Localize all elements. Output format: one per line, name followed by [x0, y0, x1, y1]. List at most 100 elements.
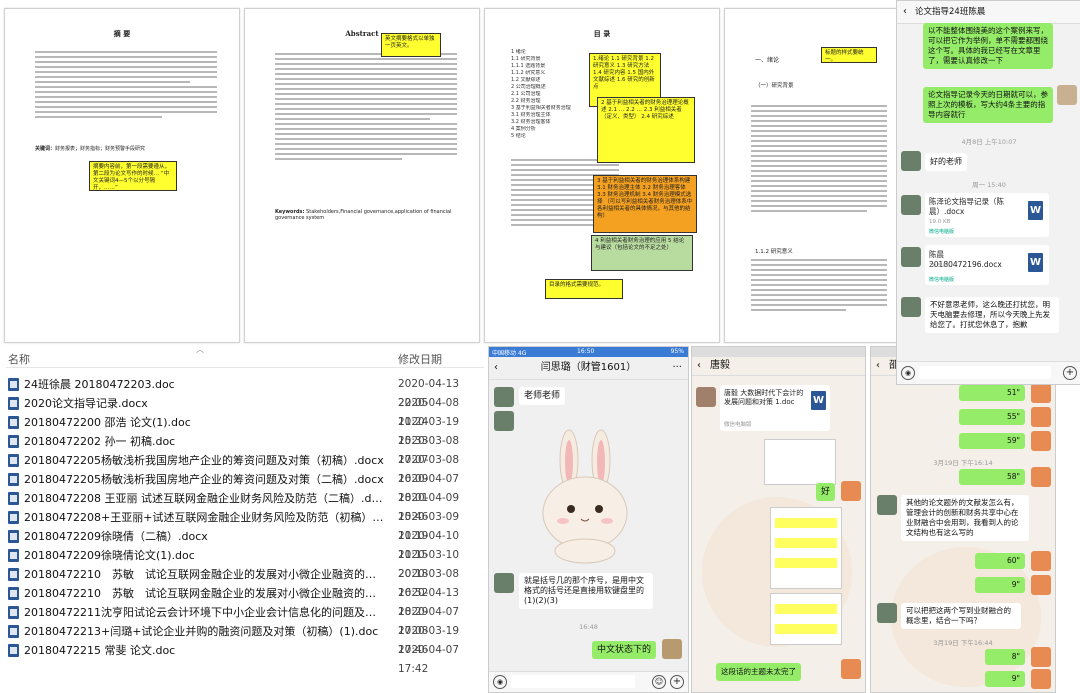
message-input[interactable]	[919, 366, 1051, 379]
screenshot-thumb[interactable]	[770, 593, 842, 645]
word-doc-icon	[8, 397, 19, 410]
word-doc-icon	[8, 492, 19, 505]
file-source: 微信电脑版	[929, 229, 955, 235]
avatar-self[interactable]	[1031, 467, 1051, 487]
file-row[interactable]: 24班徐晨 20180472203.doc 2020-04-13 22:05	[6, 375, 484, 409]
file-row[interactable]: 20180472210 苏敏 试论互联网金融企业的发展对小微企业融资的影响（初稿…	[6, 565, 484, 599]
file-row[interactable]: 20180472209徐晓倩（二稿）.docx 2020-04-10 11:15	[6, 527, 484, 561]
word-doc-icon	[8, 549, 19, 562]
word-doc-icon: W	[1028, 201, 1043, 220]
word-doc-icon	[8, 568, 19, 581]
back-arrow-icon[interactable]: ‹	[903, 1, 907, 23]
keywords-line: Keywords: Stakeholders,Financial governa…	[275, 209, 452, 221]
avatar[interactable]	[901, 247, 921, 267]
avatar-self[interactable]	[841, 481, 861, 501]
file-row[interactable]: 20180472205杨敏浅析我国房地产企业的筹资问题及对策（二稿）.docx 2…	[6, 470, 484, 504]
voice-message[interactable]: 8"	[985, 649, 1025, 665]
file-source: 微信电脑版	[929, 277, 955, 283]
file-row[interactable]: 20180472200 邵浩 论文(1).doc 2020-03-19 15:33	[6, 413, 484, 447]
avatar-self[interactable]	[1031, 669, 1051, 689]
chat-header: ‹ 论文指导24班陈晨	[897, 1, 1080, 24]
avatar-self[interactable]	[1031, 431, 1051, 451]
file-message[interactable]: 陈泽论文指导记录（陈晨）.docx 19.0 KB W 微信电脑版	[925, 193, 1049, 237]
status-bar	[692, 347, 865, 357]
message-bubble: 就是括号几的那个序号，是用中文格式的括号还是直接用软键盘里的(1)(2)(3)	[519, 573, 653, 609]
file-row[interactable]: 20180472208 王亚丽 试述互联网金融企业财务风险及防范（二稿）.doc…	[6, 489, 484, 523]
more-icon[interactable]: ···	[672, 357, 682, 379]
avatar-self[interactable]	[662, 639, 682, 659]
word-doc-icon	[8, 625, 19, 638]
file-message[interactable]: 陈晨 20180472196.docx 70.5 KB W 微信电脑版	[925, 245, 1049, 285]
file-row[interactable]: 20180472210 苏敏 试论互联网金融企业的发展对小微企业融资的影响（二稿…	[6, 584, 484, 618]
avatar[interactable]	[494, 387, 514, 407]
body-text	[275, 53, 457, 163]
voice-message[interactable]: 59"	[959, 433, 1025, 449]
avatar-self[interactable]	[1031, 647, 1051, 667]
avatar[interactable]	[696, 387, 716, 407]
voice-icon[interactable]: ◉	[901, 366, 915, 380]
back-arrow-icon[interactable]: ‹	[494, 357, 498, 379]
voice-message[interactable]: 9"	[975, 577, 1025, 593]
file-row[interactable]: 20180472213+闫璐+试论企业并购的融资问题及对策（初稿）(1).doc…	[6, 622, 484, 656]
comment-note-chapter3: 3 基于利益相关者的财务治理体系构建 3.1 财务治理主体 3.2 财务治理客体…	[593, 175, 697, 233]
emoji-icon[interactable]: ☺	[652, 675, 666, 689]
avatar-self[interactable]	[1031, 551, 1051, 571]
comment-note-format: 目录的格式需要规范。	[545, 279, 623, 299]
timestamp: 周一 15:40	[972, 181, 1006, 189]
column-header-name[interactable]: 名称	[8, 351, 30, 367]
avatar[interactable]	[494, 573, 514, 593]
file-row[interactable]: 2020论文指导记录.docx 2020-04-08 11:24	[6, 394, 484, 428]
chat-window-student-1: 中国移动 4G 16:50 95% ‹ 闫思璐（财管1601） ··· 老师老师…	[488, 346, 689, 693]
avatar[interactable]	[901, 297, 921, 317]
back-arrow-icon[interactable]: ‹	[876, 357, 880, 375]
message-bubble-self: 好	[815, 483, 835, 501]
avatar[interactable]	[877, 495, 897, 515]
page-title: Abstract	[345, 29, 379, 38]
file-name: 20180472200 邵浩 论文(1).doc	[24, 416, 191, 429]
voice-icon[interactable]: ◉	[493, 675, 507, 689]
plus-icon[interactable]: +	[670, 675, 684, 689]
comment-note: 英文摘要格式以单独一页英文。	[381, 33, 441, 57]
avatar[interactable]	[877, 603, 897, 623]
voice-message[interactable]: 60"	[975, 553, 1025, 569]
back-arrow-icon[interactable]: ‹	[697, 357, 701, 375]
file-row[interactable]: 20180472209徐晓倩论文(1).doc 2020-03-10 20:18	[6, 546, 484, 580]
sort-arrow-icon[interactable]: ︿	[196, 344, 204, 355]
message-input[interactable]	[511, 675, 635, 688]
avatar[interactable]	[901, 195, 921, 215]
chat-title: 唐毅	[710, 360, 730, 371]
file-date: 2020-04-07 17:42	[398, 644, 460, 675]
file-name: 2020论文指导记录.docx	[24, 397, 148, 410]
input-bar: ◉ +	[897, 361, 1080, 384]
avatar[interactable]	[901, 151, 921, 171]
screenshot-thumb[interactable]	[770, 507, 842, 589]
chat-header: ‹ 闫思璐（财管1601） ···	[489, 357, 688, 380]
input-bar: ◉ ☺ +	[489, 671, 688, 692]
avatar-self[interactable]	[1057, 85, 1077, 105]
avatar-self[interactable]	[841, 659, 861, 679]
plus-icon[interactable]: +	[1063, 366, 1077, 380]
voice-message[interactable]: 55"	[959, 409, 1025, 425]
file-row[interactable]: 20180472215 常斐 论文.doc 2020-04-07 17:42	[6, 641, 484, 675]
message-bubble: 老师老师	[519, 387, 566, 405]
explorer-header: ︿ 名称 修改日期	[6, 345, 484, 368]
file-message[interactable]: 唐毅 大数据时代下会计的发展问题和对策 1.doc W 微信电脑版	[720, 385, 830, 431]
document-page-toc: 目 录 1 绪论 1.1 研究背景 1.1.1 选题背景 1.1.2 研究意义 …	[484, 8, 720, 343]
voice-message[interactable]: 58"	[959, 469, 1025, 485]
file-row[interactable]: 20180472211沈亨阳试论云会计环境下中小企业会计信息化的问题及对策（初稿…	[6, 603, 484, 637]
file-row[interactable]: 20180472202 孙一 初稿.doc 2020-03-08 17:07	[6, 432, 484, 466]
file-row[interactable]: 20180472205杨敏浅析我国房地产企业的筹资问题及对策（初稿）.docx 2…	[6, 451, 484, 485]
column-header-date[interactable]: 修改日期	[398, 351, 442, 367]
word-doc-icon	[8, 606, 19, 619]
screenshot-thumb[interactable]	[764, 439, 836, 485]
word-doc-icon	[8, 530, 19, 543]
avatar-self[interactable]	[1031, 407, 1051, 427]
avatar-self[interactable]	[1031, 383, 1051, 403]
file-row[interactable]: 20180472208+王亚丽+试述互联网金融企业财务风险及防范（初稿）.doc…	[6, 508, 484, 542]
timestamp: 3月19日 下午16:44	[933, 639, 993, 647]
avatar-self[interactable]	[1031, 575, 1051, 595]
avatar[interactable]	[494, 411, 514, 431]
voice-message[interactable]: 51"	[959, 385, 1025, 401]
voice-message[interactable]: 9"	[985, 671, 1025, 687]
file-name: 20180472209徐晓倩（二稿）.docx	[24, 530, 208, 543]
